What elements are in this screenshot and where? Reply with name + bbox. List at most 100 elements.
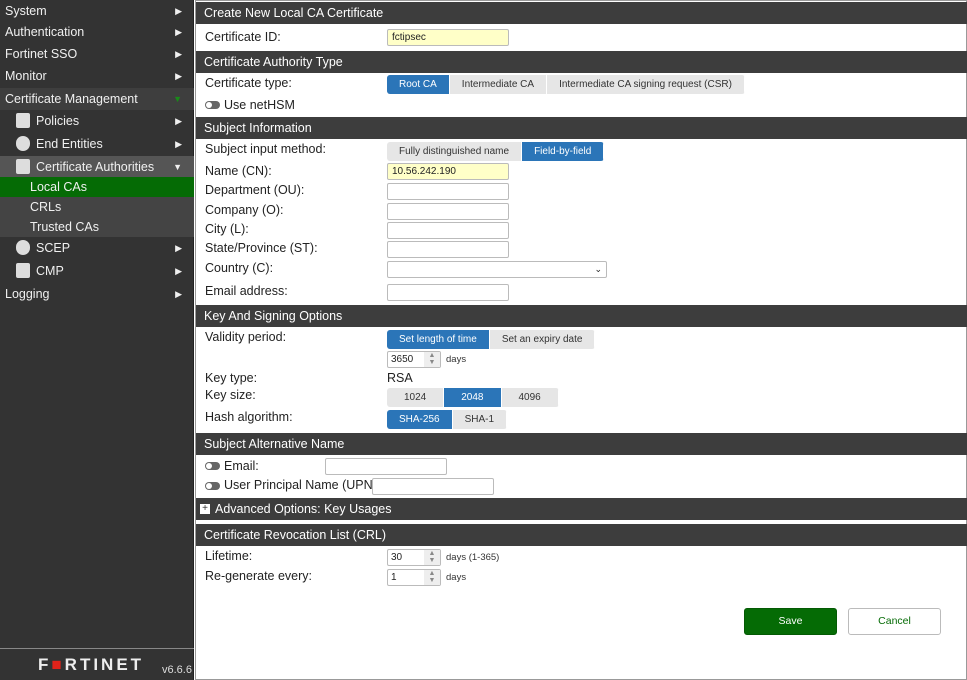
san-upn-input[interactable] — [372, 478, 494, 495]
section-header: Certificate Revocation List (CRL) — [196, 524, 967, 546]
nav-label: CMP — [36, 264, 64, 278]
nav-end-entities[interactable]: End Entities ▶ — [0, 133, 194, 155]
user-icon — [16, 240, 30, 255]
nav-certificate-management[interactable]: Certificate Management ▼ — [0, 88, 194, 110]
version: v6.6.6 — [162, 664, 192, 676]
label: City (L): — [205, 222, 249, 236]
key-size-1024[interactable]: 1024 — [387, 388, 445, 407]
field-by-field-option[interactable]: Field-by-field — [522, 142, 605, 161]
chevron-right-icon: ▶ — [175, 71, 182, 81]
o-input[interactable] — [387, 203, 509, 220]
sha1-option[interactable]: SHA-1 — [453, 410, 508, 429]
san-upn-toggle[interactable] — [205, 482, 220, 490]
chevron-right-icon: ▶ — [175, 266, 182, 276]
validity-selector: Set length of time Set an expiry date — [387, 330, 596, 349]
sidebar: System ▶ Authentication ▶ Fortinet SSO ▶ Mo… — [0, 0, 194, 680]
nethsm-toggle[interactable] — [205, 101, 220, 109]
hash-selector: SHA-256 SHA-1 — [387, 410, 508, 429]
label: Advanced Options: Key Usages — [215, 502, 392, 516]
advanced-options-header[interactable]: + Advanced Options: Key Usages — [196, 498, 967, 520]
nav-fortinet-sso[interactable]: Fortinet SSO ▶ — [0, 43, 194, 65]
chevron-right-icon: ▶ — [175, 49, 182, 59]
email-input[interactable] — [387, 284, 509, 301]
nav-authentication[interactable]: Authentication ▶ — [0, 21, 194, 43]
sha256-option[interactable]: SHA-256 — [387, 410, 453, 429]
crl-regen-input[interactable]: 1 ▲ ▼ — [387, 569, 441, 586]
save-button[interactable]: Save — [744, 608, 837, 635]
label: Certificate type: — [205, 76, 292, 90]
label: State/Province (ST): — [205, 241, 318, 255]
unit: days (1-365) — [446, 552, 500, 563]
unit: days — [446, 354, 467, 365]
label: Name (CN): — [205, 164, 272, 178]
label: Company (O): — [205, 203, 284, 217]
nav-crls[interactable]: CRLs — [0, 197, 194, 217]
cancel-button[interactable]: Cancel — [848, 608, 941, 635]
value: 30 — [391, 552, 403, 563]
san-email-input[interactable] — [325, 458, 447, 475]
intermediate-ca-option[interactable]: Intermediate CA — [450, 75, 548, 94]
key-size-2048[interactable]: 2048 — [444, 388, 502, 407]
list-icon — [16, 263, 30, 278]
label: Subject input method: — [205, 142, 326, 156]
label: Key type: — [205, 371, 258, 385]
page-title: Create New Local CA Certificate — [196, 2, 967, 24]
city-input[interactable] — [387, 222, 509, 239]
nav-local-cas[interactable]: Local CAs — [0, 177, 194, 197]
chevron-right-icon: ▶ — [175, 243, 182, 253]
label: Validity period: — [205, 330, 287, 344]
cn-input[interactable]: 10.56.242.190 — [387, 163, 509, 180]
chevron-down-icon: ▼ — [173, 94, 182, 104]
full-dn-option[interactable]: Fully distinguished name — [387, 142, 523, 161]
ou-input[interactable] — [387, 183, 509, 200]
label: Key size: — [205, 388, 256, 402]
nav-label: End Entities — [36, 137, 103, 151]
country-select[interactable]: ⌄ — [387, 261, 607, 278]
nav-label: Fortinet SSO — [5, 47, 78, 61]
nav-monitor[interactable]: Monitor ▶ — [0, 65, 194, 87]
nav-scep[interactable]: SCEP ▶ — [0, 237, 194, 259]
nav-label: Monitor — [5, 69, 47, 83]
expand-icon[interactable]: + — [200, 504, 210, 514]
nav-system[interactable]: System ▶ — [0, 0, 194, 22]
nav-policies[interactable]: Policies ▶ — [0, 110, 194, 132]
spinner-icon[interactable]: ▲ ▼ — [424, 352, 440, 367]
chevron-right-icon: ▶ — [175, 116, 182, 126]
state-input[interactable] — [387, 241, 509, 258]
spinner-icon[interactable]: ▲ ▼ — [424, 570, 440, 585]
key-size-selector: 1024 2048 4096 — [387, 388, 559, 407]
nav-logging[interactable]: Logging ▶ — [0, 283, 194, 305]
certificate-id-input[interactable]: fctipsec — [387, 29, 509, 46]
validity-days-input[interactable]: 3650 ▲ ▼ — [387, 351, 441, 368]
chevron-right-icon: ▶ — [175, 139, 182, 149]
spinner-icon[interactable]: ▲ ▼ — [424, 550, 440, 565]
crl-lifetime-input[interactable]: 30 ▲ ▼ — [387, 549, 441, 566]
key-size-4096[interactable]: 4096 — [502, 388, 559, 407]
label: Email: — [224, 459, 259, 473]
label: Country (C): — [205, 261, 274, 275]
nav-label: Certificate Authorities — [36, 160, 155, 174]
chevron-down-icon: ▼ — [173, 162, 182, 172]
nav-certificate-authorities[interactable]: Certificate Authorities ▼ — [0, 156, 194, 178]
csr-option[interactable]: Intermediate CA signing request (CSR) — [547, 75, 745, 94]
nav-label: Authentication — [5, 25, 85, 39]
fortinet-logo: F■RTINET — [38, 655, 145, 674]
length-of-time-option[interactable]: Set length of time — [387, 330, 490, 349]
nav-label: System — [5, 4, 47, 18]
label: User Principal Name (UPN): — [224, 478, 381, 492]
nav-label: CRLs — [30, 200, 62, 214]
key-type-value: RSA — [387, 371, 413, 385]
expiry-date-option[interactable]: Set an expiry date — [490, 330, 596, 349]
root-ca-option[interactable]: Root CA — [387, 75, 450, 94]
nav-label: Policies — [36, 114, 80, 128]
certificate-type-selector: Root CA Intermediate CA Intermediate CA … — [387, 75, 745, 94]
nav-cmp[interactable]: CMP ▶ — [0, 260, 194, 282]
nav-trusted-cas[interactable]: Trusted CAs — [0, 217, 194, 237]
chevron-right-icon: ▶ — [175, 27, 182, 37]
san-email-toggle[interactable] — [205, 462, 220, 470]
label: Department (OU): — [205, 183, 305, 197]
section-header: Subject Information — [196, 117, 967, 139]
label: Re-generate every: — [205, 569, 313, 583]
input-method-selector: Fully distinguished name Field-by-field — [387, 142, 605, 161]
nav-label: Logging — [5, 287, 50, 301]
